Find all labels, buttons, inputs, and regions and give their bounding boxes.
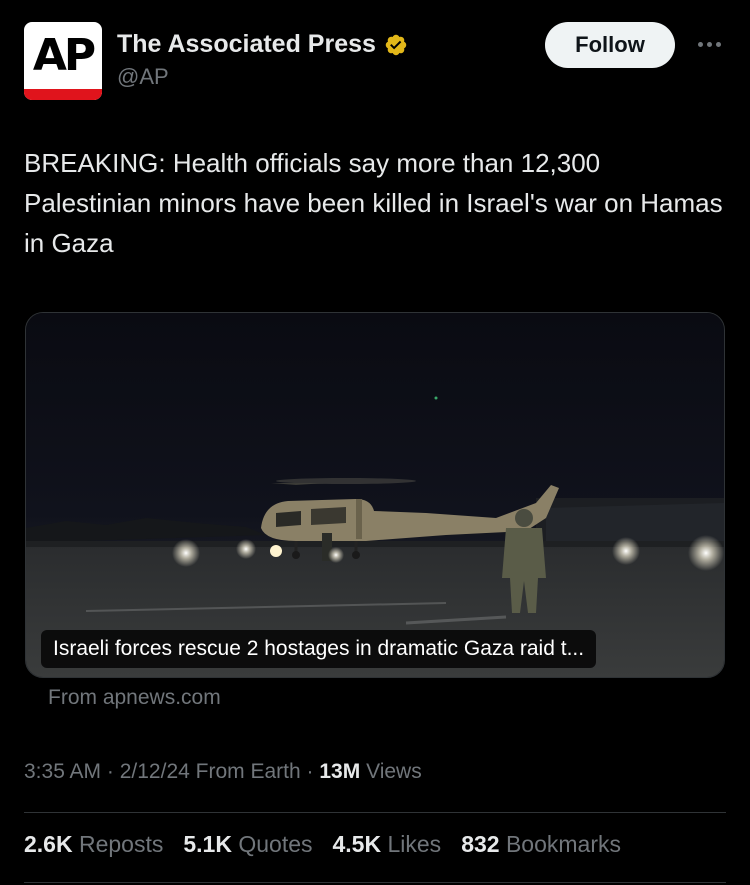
avatar[interactable]: AP — [24, 22, 102, 100]
account-handle[interactable]: @AP — [117, 64, 169, 90]
account-name[interactable]: The Associated Press — [117, 30, 376, 59]
likes-count: 4.5K — [332, 831, 382, 857]
card-image — [26, 313, 724, 677]
name-row: The Associated Press — [117, 30, 408, 59]
avatar-red-bar — [24, 89, 102, 100]
reposts-count: 2.6K — [24, 831, 73, 857]
meta-separator: · — [306, 760, 320, 783]
views-count: 13M — [319, 760, 361, 783]
tweet-time[interactable]: 3:35 AM — [24, 760, 101, 783]
tweet-date[interactable]: 2/12/24 — [120, 760, 190, 783]
avatar-logo-text: AP — [32, 30, 96, 81]
link-card[interactable]: Israeli forces rescue 2 hostages in dram… — [25, 312, 725, 678]
quotes-count: 5.1K — [183, 831, 232, 857]
engagement-stats: 2.6K Reposts 5.1K Quotes 4.5K Likes 832 … — [24, 831, 621, 858]
card-source[interactable]: From apnews.com — [48, 686, 221, 710]
more-options-icon[interactable] — [692, 32, 726, 56]
views-label: Views — [366, 760, 422, 783]
meta-separator: · — [106, 760, 120, 783]
tweet-text: BREAKING: Health officials say more than… — [24, 148, 723, 258]
likes-label: Likes — [387, 831, 442, 857]
bookmarks-count: 832 — [461, 831, 500, 857]
reposts-stat[interactable]: 2.6K Reposts — [24, 831, 163, 858]
quotes-label: Quotes — [238, 831, 313, 857]
tweet-location: From Earth — [195, 760, 301, 783]
tweet-header: AP The Associated Press @AP Follow — [24, 22, 726, 102]
card-caption: Israeli forces rescue 2 hostages in dram… — [41, 630, 597, 668]
divider — [24, 812, 726, 813]
tweet-meta: 3:35 AM · 2/12/24 From Earth · 13M Views — [24, 760, 422, 784]
likes-stat[interactable]: 4.5K Likes — [333, 831, 442, 858]
reposts-label: Reposts — [78, 831, 164, 857]
bookmarks-stat[interactable]: 832 Bookmarks — [461, 831, 621, 858]
follow-button[interactable]: Follow — [545, 22, 675, 68]
quotes-stat[interactable]: 5.1K Quotes — [183, 831, 312, 858]
bookmarks-label: Bookmarks — [505, 831, 621, 857]
divider — [24, 882, 726, 883]
verified-badge-icon[interactable] — [384, 33, 408, 57]
